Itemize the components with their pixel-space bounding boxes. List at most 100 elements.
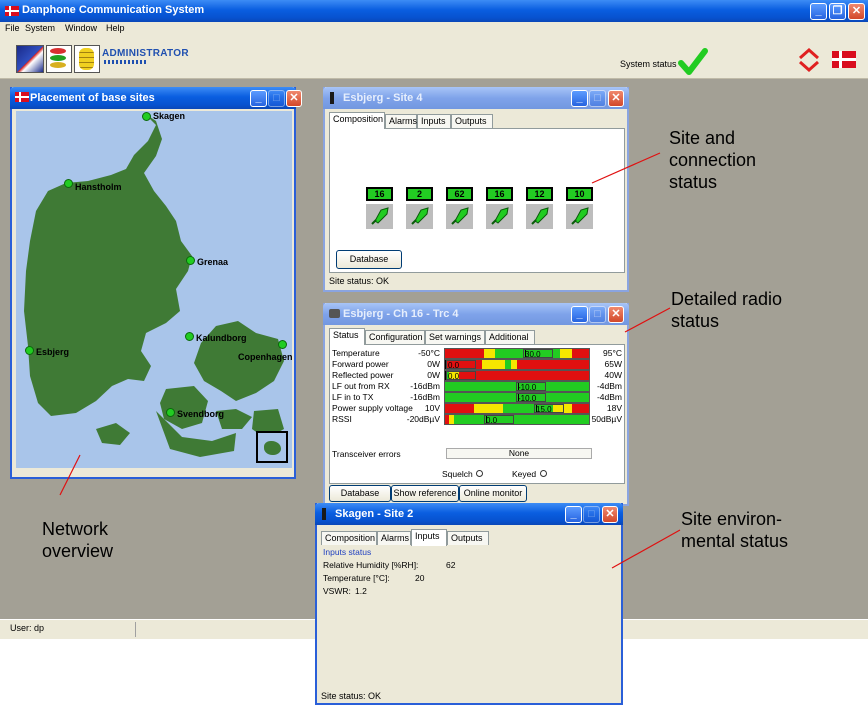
minimize-button[interactable]: _	[571, 90, 588, 107]
transceiver-errors-value: None	[446, 448, 592, 459]
vswr-label: VSWR:	[323, 586, 351, 596]
site-hanstholm[interactable]	[64, 179, 73, 188]
database-stack-icon[interactable]	[46, 45, 72, 73]
site-grenaa[interactable]	[186, 256, 195, 265]
environment-window-title: Skagen - Site 2	[335, 508, 414, 520]
tab-set-warnings[interactable]: Set warnings	[425, 330, 485, 344]
tab-alarms[interactable]: Alarms	[385, 114, 417, 128]
site-svendborg[interactable]	[166, 408, 175, 417]
tab-outputs[interactable]: Outputs	[451, 114, 493, 128]
transceiver-box[interactable]	[446, 204, 473, 229]
maximize-button: □	[589, 90, 606, 107]
humidity-value: 62	[446, 560, 456, 570]
minimize-button[interactable]: _	[250, 90, 267, 107]
map-window-title-bar[interactable]: Placement of base sites _ □ ✕	[10, 87, 302, 109]
site-window: Esbjerg - Site 4 _ □ ✕ Composition Alarm…	[323, 87, 629, 292]
map-window: Placement of base sites _ □ ✕ Skagen Han…	[10, 87, 302, 479]
radio-row-value: 15.0	[534, 404, 564, 413]
menu-file[interactable]: File	[5, 23, 20, 33]
transceiver-box[interactable]	[526, 204, 553, 229]
transceiver-box[interactable]	[406, 204, 433, 229]
close-button[interactable]: ✕	[608, 90, 624, 107]
inputs-status-heading: Inputs status	[323, 547, 372, 557]
app-title-bar[interactable]: Danphone Communication System _ ❐ ✕	[0, 0, 868, 22]
channel-number[interactable]: 10	[566, 187, 593, 201]
keyed-indicator	[540, 470, 547, 477]
restore-button[interactable]: ❐	[829, 3, 846, 20]
radio-row-min: 0W	[427, 359, 440, 369]
tab-composition[interactable]: Composition	[329, 112, 385, 129]
tab-inputs[interactable]: Inputs	[417, 114, 451, 128]
radio-window: Esbjerg - Ch 16 - Trc 4 _ □ ✕ Status Con…	[323, 303, 629, 506]
radio-row-value: 30.0	[523, 349, 553, 358]
radio-row-max: -4dBm	[596, 392, 622, 402]
channel-number[interactable]: 62	[446, 187, 473, 201]
radio-row-bar: -10.0	[444, 381, 590, 392]
denmark-map[interactable]: Skagen Hanstholm Grenaa Kalundborg Copen…	[16, 111, 292, 468]
channel-number[interactable]: 12	[526, 187, 553, 201]
online-monitor-button[interactable]: Online monitor	[459, 485, 527, 502]
channel-number[interactable]: 2	[406, 187, 433, 201]
coins-icon[interactable]	[74, 45, 100, 73]
show-reference-button[interactable]: Show reference	[391, 485, 459, 502]
environment-window-title-bar[interactable]: Skagen - Site 2 _ □ ✕	[315, 503, 623, 525]
inputs-panel: Inputs status Relative Humidity [%RH]: 6…	[321, 545, 619, 687]
tab-outputs[interactable]: Outputs	[447, 531, 489, 545]
tab-inputs[interactable]: Inputs	[411, 529, 447, 546]
transceiver-icon	[531, 207, 549, 225]
transceiver-box[interactable]	[566, 204, 593, 229]
minimize-button[interactable]: _	[810, 3, 827, 20]
channel-number[interactable]: 16	[366, 187, 393, 201]
site-label-svendborg: Svendborg	[177, 409, 225, 419]
tab-alarms[interactable]: Alarms	[377, 531, 411, 545]
radio-row-value: -10.0	[516, 382, 546, 391]
close-button[interactable]: ✕	[848, 3, 865, 20]
radio-row-max: 65W	[604, 359, 622, 369]
transceiver-icon	[571, 207, 589, 225]
site-label-kalundborg: Kalundborg	[196, 333, 247, 343]
status-user: User: dp	[10, 623, 45, 633]
close-button[interactable]: ✕	[602, 506, 618, 523]
close-button[interactable]: ✕	[608, 306, 624, 323]
map-window-title: Placement of base sites	[30, 92, 155, 104]
site-copenhagen[interactable]	[278, 340, 287, 349]
tab-configuration[interactable]: Configuration	[365, 330, 425, 344]
site-kalundborg[interactable]	[185, 332, 194, 341]
bornholm-inset[interactable]	[256, 431, 288, 463]
transceiver-errors-label: Transceiver errors	[332, 449, 401, 459]
radio-database-button[interactable]: Database	[329, 485, 391, 502]
menu-system[interactable]: System	[25, 23, 55, 33]
site-esbjerg[interactable]	[25, 346, 34, 355]
map-icon[interactable]	[16, 45, 44, 73]
radio-row-label: Temperature	[332, 348, 380, 358]
up-down-arrows-icon[interactable]	[798, 48, 820, 72]
minimize-button[interactable]: _	[571, 306, 588, 323]
minimize-button[interactable]: _	[565, 506, 582, 523]
keyed-label: Keyed	[512, 469, 537, 479]
tab-additional[interactable]: Additional	[485, 330, 535, 344]
radio-row-value: 0.0	[446, 371, 476, 380]
radio-window-title-bar[interactable]: Esbjerg - Ch 16 - Trc 4 _ □ ✕	[323, 303, 629, 325]
temperature-value: 20	[415, 573, 425, 583]
transceiver-box[interactable]	[366, 204, 393, 229]
danish-flag-icon[interactable]	[832, 51, 856, 68]
tab-status[interactable]: Status	[329, 328, 365, 345]
radio-row-value: 0.0	[484, 415, 514, 424]
menu-window[interactable]: Window	[65, 23, 97, 33]
close-button[interactable]: ✕	[286, 90, 302, 107]
status-panel: Temperature -50°C 95°C 30.0 Forward power 0W 6…	[329, 344, 625, 484]
menu-help[interactable]: Help	[106, 23, 125, 33]
database-button[interactable]: Database	[336, 250, 402, 269]
channel-number[interactable]: 16	[486, 187, 513, 201]
site-skagen[interactable]	[142, 112, 151, 121]
environment-window: Skagen - Site 2 _ □ ✕ Composition Alarms…	[315, 503, 623, 705]
radio-row-max: 40W	[604, 370, 622, 380]
vswr-value: 1.2	[355, 586, 367, 596]
site-window-title-bar[interactable]: Esbjerg - Site 4 _ □ ✕	[323, 87, 629, 109]
radio-row-label: Power supply voltage	[332, 403, 413, 413]
menu-bar: File System Window Help	[0, 22, 868, 36]
tab-composition[interactable]: Composition	[321, 531, 377, 545]
radio-row-bar: -10.0	[444, 392, 590, 403]
transceiver-box[interactable]	[486, 204, 513, 229]
maximize-button: □	[583, 506, 600, 523]
